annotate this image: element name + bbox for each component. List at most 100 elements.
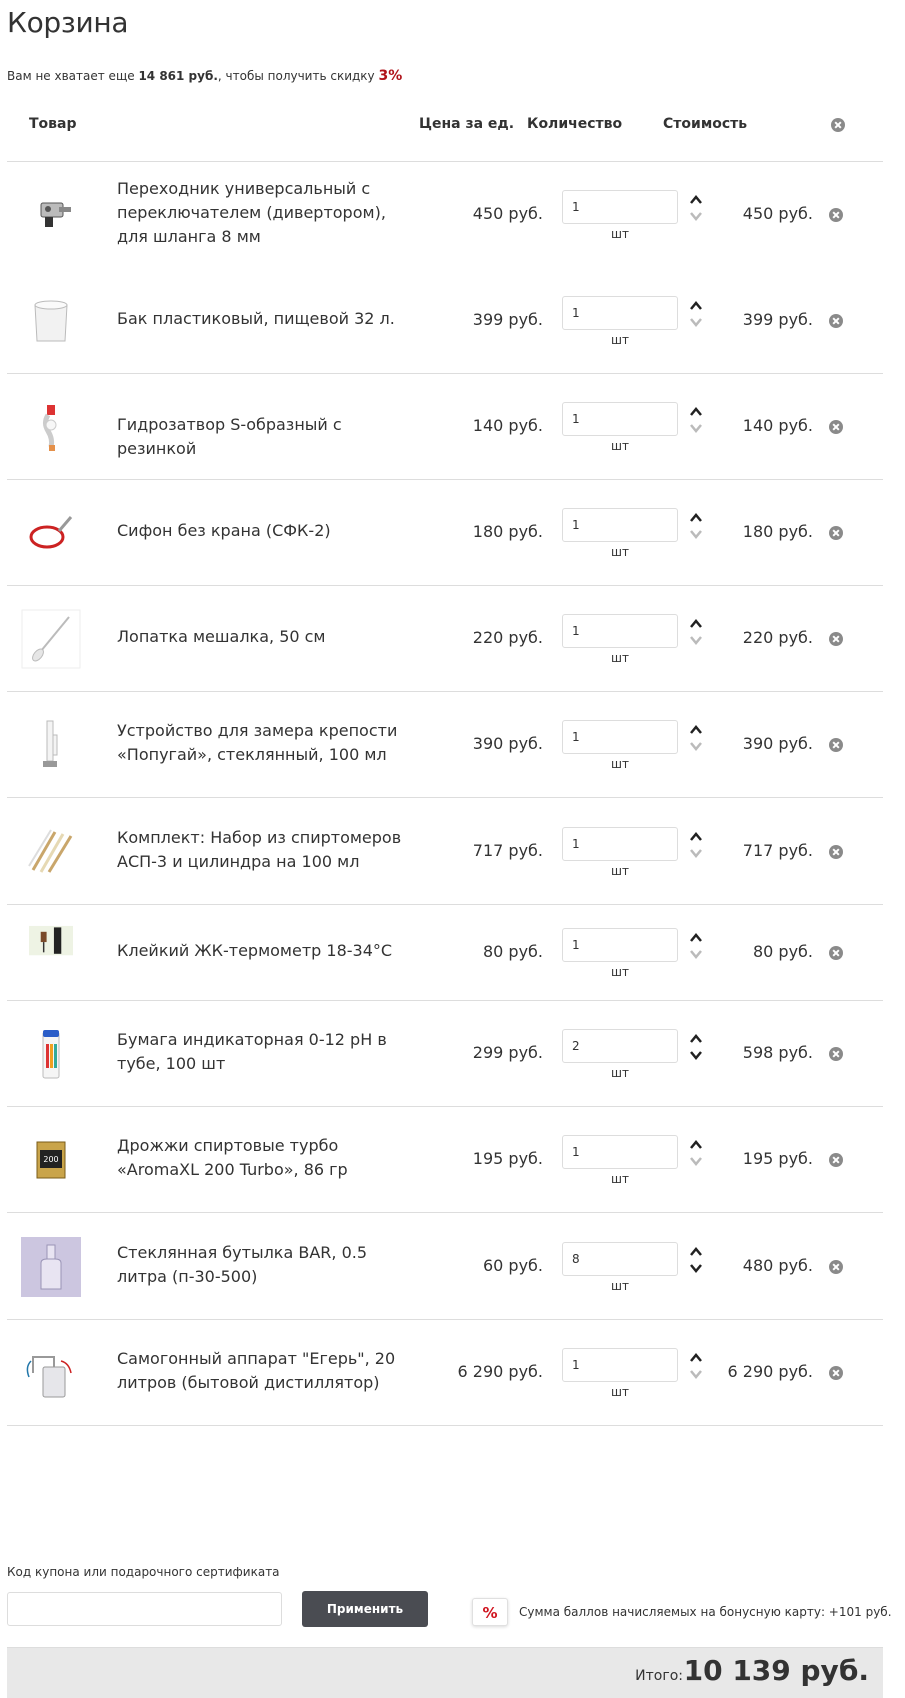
quantity-input[interactable] — [562, 1135, 678, 1169]
notice-prefix: Вам не хватает еще — [7, 69, 139, 83]
unit-price: 60 руб. — [482, 1255, 543, 1275]
row-total: 399 руб. — [742, 310, 813, 329]
quantity-unit: шт — [611, 227, 629, 241]
quantity-input[interactable] — [562, 402, 678, 436]
remove-item-icon[interactable] — [829, 526, 843, 540]
adapter-image[interactable] — [21, 185, 81, 245]
quantity-input[interactable] — [562, 614, 678, 648]
header-cost: Стоимость — [663, 116, 748, 132]
product-name-link[interactable]: Переходник универсальный с переключателе… — [117, 177, 417, 249]
quantity-input[interactable] — [562, 1348, 678, 1382]
unit-price: 399 руб. — [472, 310, 543, 329]
coupon-label: Код купона или подарочного сертификата — [7, 1565, 280, 1579]
quantity-unit: шт — [611, 439, 629, 453]
table-row: Бумага индикаторная 0-12 рН в тубе, 100 … — [7, 1001, 883, 1107]
stirrer-image[interactable] — [21, 609, 81, 669]
cart-table-header: Товар Цена за ед. Количество Стоимость — [7, 100, 883, 162]
row-total: 140 руб. — [742, 416, 813, 435]
remove-item-icon[interactable] — [829, 738, 843, 752]
unit-price: 6 290 руб. — [457, 1362, 543, 1381]
unit-price: 140 руб. — [472, 416, 543, 435]
product-name-link[interactable]: Бак пластиковый, пищевой 32 л. — [117, 307, 417, 331]
table-row: Лопатка мешалка, 50 см 220 руб. шт 220 руб. — [7, 586, 883, 692]
quantity-input[interactable] — [562, 190, 678, 224]
product-name-link[interactable]: Клейкий ЖК-термометр 18-34°С — [117, 939, 417, 963]
parrot-device-image[interactable] — [21, 715, 81, 775]
svg-text:200: 200 — [43, 1155, 58, 1164]
table-row: 200 Дрожжи спиртовые турбо «AromaXL 200 T… — [7, 1107, 883, 1213]
product-name-link[interactable]: Бумага индикаторная 0-12 рН в тубе, 100 … — [117, 1028, 417, 1076]
row-total: 598 руб. — [742, 1043, 813, 1062]
row-total: 195 руб. — [742, 1149, 813, 1168]
product-name-link[interactable]: Сифон без крана (СФК-2) — [117, 519, 417, 543]
product-name-link[interactable]: Самогонный аппарат "Егерь", 20 литров (б… — [117, 1347, 417, 1395]
product-name-link[interactable]: Лопатка мешалка, 50 см — [117, 625, 417, 649]
notice-amount: 14 861 руб. — [138, 69, 218, 83]
remove-item-icon[interactable] — [829, 208, 843, 222]
percent-icon: % — [472, 1598, 508, 1626]
product-name-link[interactable]: Гидрозатвор S-образный с резинкой — [117, 413, 417, 461]
unit-price: 180 руб. — [472, 522, 543, 541]
remove-item-icon[interactable] — [829, 844, 843, 859]
table-row: Переходник универсальный с переключателе… — [7, 162, 883, 268]
product-name-link[interactable]: Устройство для замера крепости «Попугай»… — [117, 719, 417, 767]
remove-item-icon[interactable] — [829, 946, 843, 960]
notice-discount: 3% — [378, 68, 403, 84]
remove-item-icon[interactable] — [829, 420, 843, 434]
quantity-input[interactable] — [562, 1241, 678, 1276]
total-value: 10 139 руб. — [683, 1654, 869, 1687]
row-total: 180 руб. — [742, 522, 813, 541]
row-total: 480 руб. — [742, 1255, 813, 1275]
unit-price: 80 руб. — [482, 942, 543, 961]
discount-notice: Вам не хватает еще 14 861 руб., чтобы по… — [7, 68, 402, 84]
airlock-image[interactable] — [21, 397, 81, 457]
quantity-unit: шт — [611, 757, 629, 771]
clear-cart-icon[interactable] — [831, 118, 845, 132]
cart-summary: Итого: 10 139 руб. — [7, 1647, 883, 1698]
quantity-input[interactable] — [562, 508, 678, 542]
unit-price: 220 руб. — [472, 628, 543, 647]
quantity-input[interactable] — [562, 296, 678, 330]
quantity-unit: шт — [611, 1385, 629, 1399]
distiller-image[interactable] — [21, 1343, 81, 1403]
coupon-input[interactable] — [7, 1592, 282, 1626]
quantity-unit: шт — [611, 333, 629, 347]
table-row: Комплект: Набор из спиртомеров АСП-3 и ц… — [7, 798, 883, 905]
header-product: Товар — [29, 116, 77, 132]
remove-item-icon[interactable] — [829, 1153, 843, 1167]
apply-coupon-button[interactable]: Применить — [302, 1591, 428, 1627]
ph-paper-image[interactable] — [21, 1024, 81, 1084]
quantity-input[interactable] — [562, 720, 678, 754]
header-unit-price: Цена за ед. — [419, 116, 515, 132]
siphon-image[interactable] — [21, 503, 81, 563]
remove-item-icon[interactable] — [829, 1259, 843, 1274]
hydrometer-set-image[interactable] — [21, 822, 81, 882]
remove-item-icon[interactable] — [829, 1047, 843, 1061]
table-row: Стеклянная бутылка BAR, 0.5 литра (п-30-… — [7, 1213, 883, 1320]
product-name-link[interactable]: Комплект: Набор из спиртомеров АСП-3 и ц… — [117, 826, 417, 874]
bonus-points-text: Сумма баллов начисляемых на бонусную кар… — [519, 1605, 892, 1619]
remove-item-icon[interactable] — [829, 1366, 843, 1380]
header-quantity: Количество — [527, 116, 623, 132]
table-row: Клейкий ЖК-термометр 18-34°С 80 руб. шт 80 … — [7, 905, 883, 1001]
quantity-unit: шт — [611, 1278, 629, 1293]
quantity-input[interactable] — [562, 1029, 678, 1063]
bottle-image[interactable] — [21, 1236, 81, 1297]
yeast-image[interactable]: 200 — [21, 1130, 81, 1190]
row-total: 717 руб. — [742, 840, 813, 860]
quantity-unit: шт — [611, 965, 629, 979]
product-name-link[interactable]: Дрожжи спиртовые турбо «AromaXL 200 Turb… — [117, 1134, 417, 1182]
row-total: 220 руб. — [742, 628, 813, 647]
remove-item-icon[interactable] — [829, 632, 843, 646]
quantity-unit: шт — [611, 545, 629, 559]
thermometer-image[interactable] — [21, 923, 81, 983]
quantity-input[interactable] — [562, 826, 678, 861]
quantity-unit: шт — [611, 1172, 629, 1186]
unit-price: 450 руб. — [472, 204, 543, 223]
table-row: Бак пластиковый, пищевой 32 л. 399 руб. шт… — [7, 268, 883, 374]
remove-item-icon[interactable] — [829, 314, 843, 328]
product-name-link[interactable]: Стеклянная бутылка BAR, 0.5 литра (п-30-… — [117, 1241, 417, 1289]
quantity-input[interactable] — [562, 928, 678, 962]
plastic-tank-image[interactable] — [21, 291, 81, 351]
page-title: Корзина — [7, 6, 129, 39]
